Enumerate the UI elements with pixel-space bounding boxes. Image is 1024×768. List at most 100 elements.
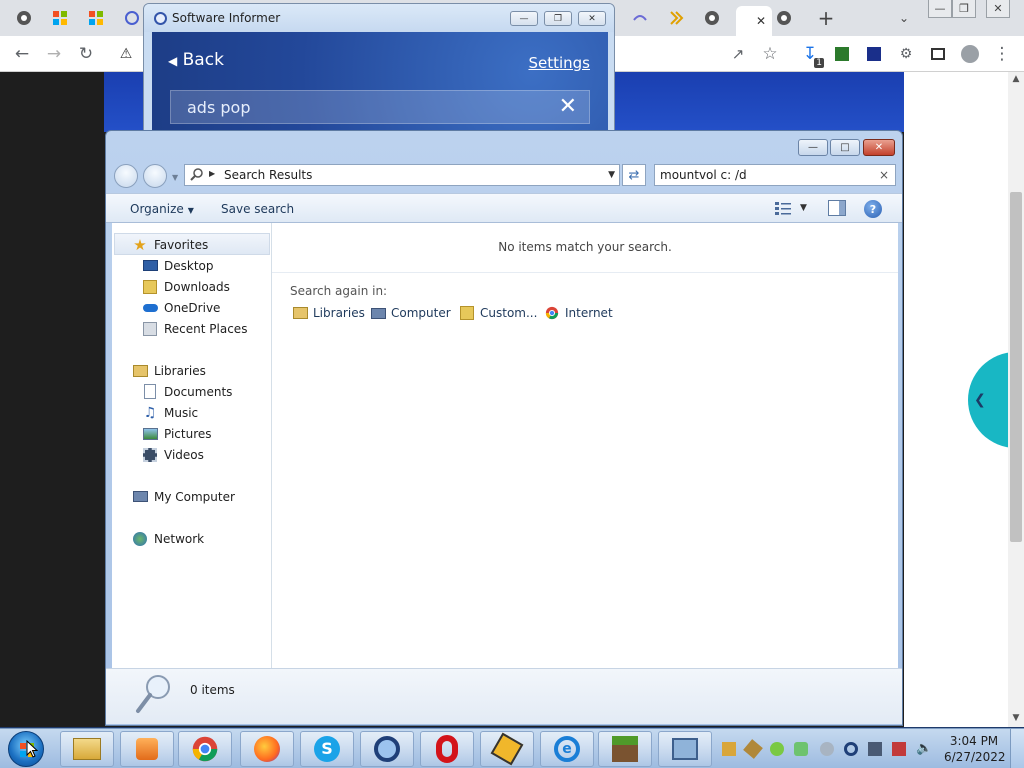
nav-my-computer[interactable]: My Computer [132, 486, 235, 507]
nav-item-recent-places[interactable]: Recent Places [142, 318, 247, 339]
search-again-custom[interactable]: Custom... [459, 303, 537, 323]
nav-forward-button[interactable] [143, 164, 167, 188]
tab-search-chevron-icon[interactable]: ⌄ [892, 6, 916, 30]
flag-tray-icon[interactable] [892, 742, 906, 756]
browser-restore-button[interactable]: ❐ [952, 0, 976, 18]
clock-date[interactable]: 6/27/2022 [944, 750, 1006, 764]
star-icon[interactable]: ☆ [758, 42, 782, 66]
clock-time[interactable]: 3:04 PM [944, 734, 1004, 748]
explorer-close-button[interactable]: ✕ [863, 139, 895, 156]
search-input[interactable]: mountvol c: /d × [654, 164, 896, 186]
back-icon[interactable]: ← [10, 42, 34, 66]
clipboard-tray-icon[interactable] [794, 742, 808, 756]
volume-icon[interactable]: 🔈 [916, 742, 932, 756]
microsoft-tab[interactable] [48, 6, 72, 30]
chevron-left-icon[interactable]: ❮ [974, 392, 986, 408]
skype-tray-icon[interactable] [820, 742, 834, 756]
taskbar-internet-explorer[interactable]: e [540, 731, 594, 767]
nav-item-onedrive[interactable]: OneDrive [142, 297, 220, 318]
nav-item-music[interactable]: ♫ Music [142, 402, 198, 423]
nav-item-desktop[interactable]: Desktop [142, 255, 214, 276]
informer-search-input[interactable]: ads pop ✕ [170, 90, 590, 124]
taskbar-media-player[interactable] [120, 731, 174, 767]
pen-tray-icon[interactable] [743, 739, 763, 759]
search-again-computer[interactable]: Computer [370, 303, 451, 323]
taskbar-network-app[interactable] [658, 731, 712, 767]
chrome-tab[interactable] [12, 6, 36, 30]
menu-icon[interactable]: ⋮ [990, 42, 1014, 66]
new-tab-button[interactable]: + [814, 6, 838, 30]
scrollbar-thumb[interactable] [1010, 192, 1022, 542]
nav-favorites[interactable]: ★ Favorites [132, 234, 208, 255]
active-tab[interactable]: ✕ [736, 6, 772, 36]
nav-libraries[interactable]: Libraries [132, 360, 206, 381]
informer-titlebar[interactable]: Software Informer — ❐ ✕ [144, 4, 614, 32]
nav-network[interactable]: Network [132, 528, 204, 549]
microsoft-tab[interactable] [84, 6, 108, 30]
address-dropdown-icon[interactable]: ▼ [608, 170, 615, 180]
word-tray-icon[interactable] [722, 742, 736, 756]
taskbar-q-app[interactable] [360, 731, 414, 767]
taskbar-opera[interactable] [420, 731, 474, 767]
change-view-icon[interactable] [774, 200, 792, 216]
organize-button[interactable]: Organize ▼ [130, 202, 194, 216]
close-icon[interactable]: ✕ [559, 94, 577, 119]
warning-icon[interactable]: ⚠ [114, 42, 138, 66]
informer-minimize-button[interactable]: — [510, 11, 538, 26]
preview-pane-button[interactable] [828, 200, 846, 216]
arc-tab[interactable] [628, 6, 652, 30]
explorer-maximize-button[interactable]: □ [830, 139, 860, 156]
arrow-tab[interactable] [664, 6, 688, 30]
browser-minimize-button[interactable]: — [928, 0, 952, 18]
taskbar-minecraft[interactable] [598, 731, 652, 767]
refresh-icon[interactable]: ⇄ [622, 164, 646, 186]
informer-close-button[interactable]: ✕ [578, 11, 606, 26]
profile-icon[interactable] [958, 42, 982, 66]
email-tab[interactable] [120, 6, 144, 30]
extension-icon[interactable] [862, 42, 886, 66]
forward-icon[interactable]: → [42, 42, 66, 66]
taskbar-winamp[interactable] [480, 731, 534, 767]
informer-settings-link[interactable]: Settings [528, 54, 590, 72]
explorer-minimize-button[interactable]: — [798, 139, 828, 156]
informer-restore-button[interactable]: ❐ [544, 11, 572, 26]
q-tray-icon[interactable] [844, 742, 858, 756]
chrome-tab[interactable] [772, 6, 796, 30]
explorer-titlebar[interactable]: — □ ✕ [106, 131, 902, 161]
sidebar-icon[interactable] [926, 42, 950, 66]
browser-close-button[interactable]: ✕ [986, 0, 1010, 18]
recent-pages-chevron-icon[interactable]: ▼ [172, 173, 178, 182]
taskbar-firefox[interactable] [240, 731, 294, 767]
share-icon[interactable]: ↗ [726, 42, 750, 66]
reload-icon[interactable]: ↻ [74, 42, 98, 66]
nav-back-button[interactable] [114, 164, 138, 188]
view-options-chevron-icon[interactable]: ▼ [800, 203, 807, 213]
save-search-button[interactable]: Save search [221, 202, 294, 216]
taskbar-file-explorer[interactable] [60, 731, 114, 767]
extension-icon[interactable] [830, 42, 854, 66]
nav-item-documents[interactable]: Documents [142, 381, 232, 402]
clear-search-icon[interactable]: × [879, 168, 889, 182]
download-icon[interactable]: ↧ 1 [798, 42, 824, 68]
scroll-up-icon[interactable]: ▲ [1010, 74, 1022, 86]
network-tray-icon[interactable] [868, 742, 882, 756]
taskbar-skype[interactable]: S [300, 731, 354, 767]
nav-item-videos[interactable]: Videos [142, 444, 204, 465]
tab-close-icon[interactable]: ✕ [756, 14, 766, 28]
breadcrumb-chevron-icon[interactable]: ▶ [209, 169, 215, 178]
nav-item-pictures[interactable]: Pictures [142, 423, 212, 444]
scroll-down-icon[interactable]: ▼ [1010, 713, 1022, 725]
show-desktop-button[interactable] [1010, 729, 1024, 768]
breadcrumb[interactable]: Search Results [224, 168, 312, 182]
nav-item-downloads[interactable]: Downloads [142, 276, 230, 297]
search-again-libraries[interactable]: Libraries [292, 303, 365, 323]
informer-back-button[interactable]: ◀ Back [168, 50, 224, 70]
green-tray-icon[interactable] [770, 742, 784, 756]
puzzle-icon[interactable]: ⚙ [894, 42, 918, 66]
search-again-internet[interactable]: Internet [544, 303, 613, 323]
chrome-tab[interactable] [700, 6, 724, 30]
address-bar[interactable]: ▶ Search Results ▼ [184, 164, 620, 186]
help-button[interactable]: ? [864, 200, 882, 218]
taskbar-chrome[interactable] [178, 731, 232, 767]
nav-network-label: Network [154, 531, 205, 546]
